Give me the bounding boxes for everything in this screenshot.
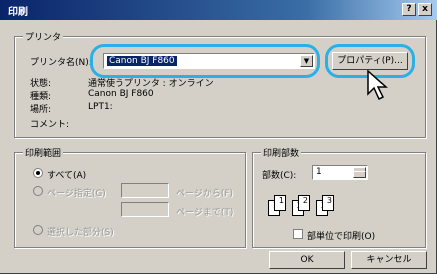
range-group-label: 印刷範囲 xyxy=(23,146,64,159)
copies-value: 1 xyxy=(316,167,322,177)
close-button[interactable]: x xyxy=(418,3,432,16)
from-page-input[interactable] xyxy=(121,183,169,198)
from-label: ページから(F) xyxy=(176,189,234,199)
pages-radio[interactable] xyxy=(33,186,43,196)
selection-label: 選択した部分(S) xyxy=(47,228,114,238)
page-icon: 3 xyxy=(322,195,334,211)
collate-checkbox[interactable] xyxy=(293,229,303,239)
dialog-title: 印刷 xyxy=(8,7,28,18)
status-label: 状態: xyxy=(30,79,52,89)
printer-name-highlight xyxy=(90,44,320,78)
help-button[interactable]: ? xyxy=(402,3,416,16)
copies-input[interactable]: 1 xyxy=(312,165,368,180)
copies-count-label: 部数(C): xyxy=(262,171,297,181)
printer-name-label: プリンタ名(N): xyxy=(30,58,92,68)
location-label: 場所: xyxy=(30,105,52,115)
to-label: ページまで(T) xyxy=(176,208,234,218)
spin-down-icon[interactable] xyxy=(353,171,366,178)
title-bar[interactable]: 印刷 ? x xyxy=(0,0,437,20)
page-icon: 2 xyxy=(298,195,310,211)
all-radio[interactable] xyxy=(33,168,43,178)
all-label: すべて(A) xyxy=(47,171,87,181)
to-page-input[interactable] xyxy=(121,202,169,217)
cancel-button[interactable]: キャンセル xyxy=(351,251,427,269)
print-dialog: 印刷 ? x プリンタ プリンタ名(N): Canon BJ F860 ▼ プロ… xyxy=(0,0,437,274)
type-label: 種類: xyxy=(30,92,52,102)
printer-group-label: プリンタ xyxy=(23,30,64,43)
page-icon: 1 xyxy=(274,195,286,211)
mouse-cursor-icon xyxy=(367,70,388,101)
status-value: 通常使うプリンタ : オンライン xyxy=(88,79,214,89)
type-value: Canon BJ F860 xyxy=(88,89,154,99)
ok-button[interactable]: OK xyxy=(269,251,345,269)
selection-radio[interactable] xyxy=(33,225,43,235)
location-value: LPT1: xyxy=(88,102,113,112)
pages-label: ページ指定(G) xyxy=(47,189,106,199)
comment-label: コメント: xyxy=(30,120,70,130)
collate-label: 部単位で印刷(O) xyxy=(307,232,376,242)
copies-group-label: 印刷部数 xyxy=(261,146,302,159)
